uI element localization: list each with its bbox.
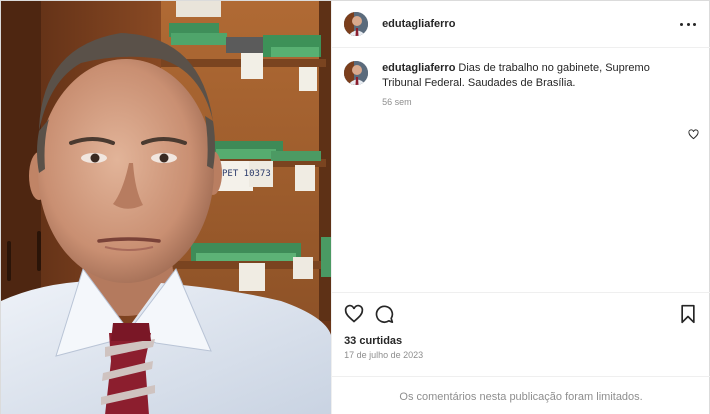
author-avatar[interactable] (344, 12, 369, 36)
post-photo[interactable]: PET 10373 (1, 1, 332, 414)
post-footer: 33 curtidas 17 de julho de 2023 Os comen… (332, 292, 710, 414)
post-caption: edutagliaferro Dias de trabalho no gabine… (344, 61, 694, 107)
caption-like-heart-icon[interactable] (688, 129, 699, 140)
comments-limited-notice: Os comentários nesta publicação foram li… (399, 390, 643, 403)
save-button[interactable] (678, 304, 698, 324)
caption-avatar[interactable] (344, 61, 369, 85)
comment-icon (375, 305, 394, 323)
post-date[interactable]: 17 de julho de 2023 (344, 350, 423, 360)
comment-button[interactable] (374, 304, 394, 324)
caption-username[interactable]: edutagliaferro (382, 62, 455, 74)
dot (693, 22, 697, 26)
heart-icon (688, 129, 699, 140)
post-header: edutagliaferro (332, 1, 710, 48)
bookmark-icon (681, 304, 695, 324)
likes-count[interactable]: 33 curtidas (344, 335, 402, 347)
folder-label-text: PET 10373 (222, 169, 271, 179)
caption-timestamp[interactable]: 56 sem (382, 97, 682, 107)
post-side-panel: edutagliaferro edutagliaferro Dias de tra… (331, 1, 710, 414)
comments-bar: Os comentários nesta publicação foram li… (332, 376, 710, 414)
instagram-post: PET 10373 edutagliaferro edutagliaferro … (0, 0, 710, 414)
action-bar (344, 304, 700, 326)
more-options-icon[interactable] (680, 16, 697, 32)
author-username[interactable]: edutagliaferro (382, 18, 455, 30)
caption-body: edutagliaferro Dias de trabalho no gabine… (382, 61, 682, 107)
caption-text: edutagliaferro Dias de trabalho no gabine… (382, 61, 682, 91)
dot (686, 22, 690, 26)
like-button[interactable] (344, 304, 364, 324)
avatar-image (344, 61, 369, 85)
dot (680, 22, 684, 26)
avatar-image (344, 12, 369, 36)
heart-icon (344, 304, 364, 323)
selfie-image: PET 10373 (1, 1, 332, 414)
